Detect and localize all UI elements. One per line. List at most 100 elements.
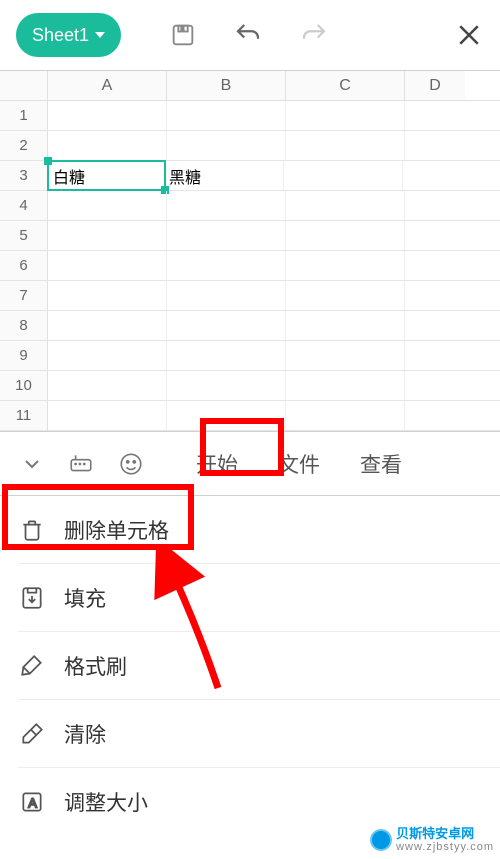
- cell-c5[interactable]: [286, 221, 405, 250]
- cell-b1[interactable]: [167, 101, 286, 130]
- cell-d9[interactable]: [405, 341, 465, 370]
- column-headers: A B C D: [0, 71, 500, 101]
- cell-d5[interactable]: [405, 221, 465, 250]
- cell-b8[interactable]: [167, 311, 286, 340]
- column-header-a[interactable]: A: [48, 71, 167, 100]
- undo-icon[interactable]: [233, 20, 263, 50]
- cell-d2[interactable]: [405, 131, 465, 160]
- cell-d8[interactable]: [405, 311, 465, 340]
- redo-icon[interactable]: [299, 20, 329, 50]
- cell-c7[interactable]: [286, 281, 405, 310]
- cell-d1[interactable]: [405, 101, 465, 130]
- cell-a9[interactable]: [48, 341, 167, 370]
- row-header[interactable]: 5: [0, 221, 48, 250]
- cell-c11[interactable]: [286, 401, 405, 430]
- resize-icon: A: [18, 789, 46, 815]
- cell-a10[interactable]: [48, 371, 167, 400]
- cell-c8[interactable]: [286, 311, 405, 340]
- select-all-corner[interactable]: [0, 71, 48, 100]
- column-header-c[interactable]: C: [286, 71, 405, 100]
- cell-a6[interactable]: [48, 251, 167, 280]
- cell-value: 黑糖: [169, 164, 201, 188]
- cell-c3[interactable]: [284, 161, 403, 190]
- column-header-b[interactable]: B: [167, 71, 286, 100]
- panel-tab-bar: 开始 文件 查看: [0, 432, 500, 496]
- grid-row: 5: [0, 221, 500, 251]
- row-header[interactable]: 7: [0, 281, 48, 310]
- cell-a11[interactable]: [48, 401, 167, 430]
- selection-handle-top-left[interactable]: [44, 157, 52, 165]
- grid-row: 8: [0, 311, 500, 341]
- cell-d10[interactable]: [405, 371, 465, 400]
- watermark: 贝斯特安卓网 www.zjbstyy.com: [370, 827, 494, 853]
- cell-b11[interactable]: [167, 401, 286, 430]
- sheet-tab-label: Sheet1: [32, 25, 89, 46]
- column-header-d[interactable]: D: [405, 71, 465, 100]
- cell-c1[interactable]: [286, 101, 405, 130]
- emoji-icon[interactable]: [118, 451, 144, 477]
- menu-fill[interactable]: 填充: [18, 564, 500, 632]
- cell-d4[interactable]: [405, 191, 465, 220]
- cell-a1[interactable]: [48, 101, 167, 130]
- row-header[interactable]: 8: [0, 311, 48, 340]
- row-header[interactable]: 3: [0, 161, 48, 190]
- cell-c10[interactable]: [286, 371, 405, 400]
- menu-item-label: 调整大小: [64, 787, 148, 817]
- keyboard-icon[interactable]: [68, 451, 94, 477]
- row-header[interactable]: 9: [0, 341, 48, 370]
- spreadsheet-grid: A B C D 1 2 3 白糖 黑糖 4 5: [0, 70, 500, 431]
- cell-d6[interactable]: [405, 251, 465, 280]
- panel-left-icons: [0, 451, 144, 477]
- save-icon[interactable]: [169, 21, 197, 49]
- cell-b6[interactable]: [167, 251, 286, 280]
- cell-d11[interactable]: [405, 401, 465, 430]
- menu-clear[interactable]: 清除: [18, 700, 500, 768]
- cell-d3[interactable]: [403, 161, 463, 190]
- paint-brush-icon: [18, 653, 46, 679]
- row-header[interactable]: 1: [0, 101, 48, 130]
- cell-a8[interactable]: [48, 311, 167, 340]
- row-header[interactable]: 10: [0, 371, 48, 400]
- row-header[interactable]: 11: [0, 401, 48, 430]
- cell-b10[interactable]: [167, 371, 286, 400]
- tab-file[interactable]: 文件: [278, 449, 320, 479]
- collapse-icon[interactable]: [20, 452, 44, 476]
- cell-c9[interactable]: [286, 341, 405, 370]
- top-toolbar: Sheet1: [0, 0, 500, 70]
- menu-item-label: 清除: [64, 719, 106, 749]
- cell-b5[interactable]: [167, 221, 286, 250]
- cell-a5[interactable]: [48, 221, 167, 250]
- eraser-icon: [18, 721, 46, 747]
- cell-c4[interactable]: [286, 191, 405, 220]
- sheet-tab[interactable]: Sheet1: [16, 13, 121, 57]
- cell-b4[interactable]: [167, 191, 286, 220]
- top-icons: [169, 20, 329, 50]
- grid-row: 11: [0, 401, 500, 431]
- grid-row: 2: [0, 131, 500, 161]
- cell-b9[interactable]: [167, 341, 286, 370]
- cell-a7[interactable]: [48, 281, 167, 310]
- close-icon[interactable]: [454, 20, 484, 50]
- grid-row: 1: [0, 101, 500, 131]
- watermark-name: 贝斯特安卓网: [396, 827, 494, 841]
- cell-c6[interactable]: [286, 251, 405, 280]
- menu-format-painter[interactable]: 格式刷: [18, 632, 500, 700]
- cell-d7[interactable]: [405, 281, 465, 310]
- menu-delete-cell[interactable]: 删除单元格: [18, 496, 500, 564]
- cell-a4[interactable]: [48, 191, 167, 220]
- tab-start[interactable]: 开始: [196, 449, 238, 479]
- cell-a3[interactable]: 白糖: [47, 160, 166, 191]
- bottom-panel: 开始 文件 查看 删除单元格 填充 格式刷 清除: [0, 431, 500, 836]
- tab-view[interactable]: 查看: [360, 449, 402, 479]
- row-header[interactable]: 2: [0, 131, 48, 160]
- cell-b7[interactable]: [167, 281, 286, 310]
- menu-item-label: 删除单元格: [64, 515, 169, 545]
- cell-a2[interactable]: [48, 131, 167, 160]
- menu-item-label: 填充: [64, 583, 106, 613]
- row-header[interactable]: 6: [0, 251, 48, 280]
- cell-b2[interactable]: [167, 131, 286, 160]
- cell-c2[interactable]: [286, 131, 405, 160]
- cell-b3[interactable]: 黑糖: [165, 161, 284, 190]
- grid-row: 4: [0, 191, 500, 221]
- row-header[interactable]: 4: [0, 191, 48, 220]
